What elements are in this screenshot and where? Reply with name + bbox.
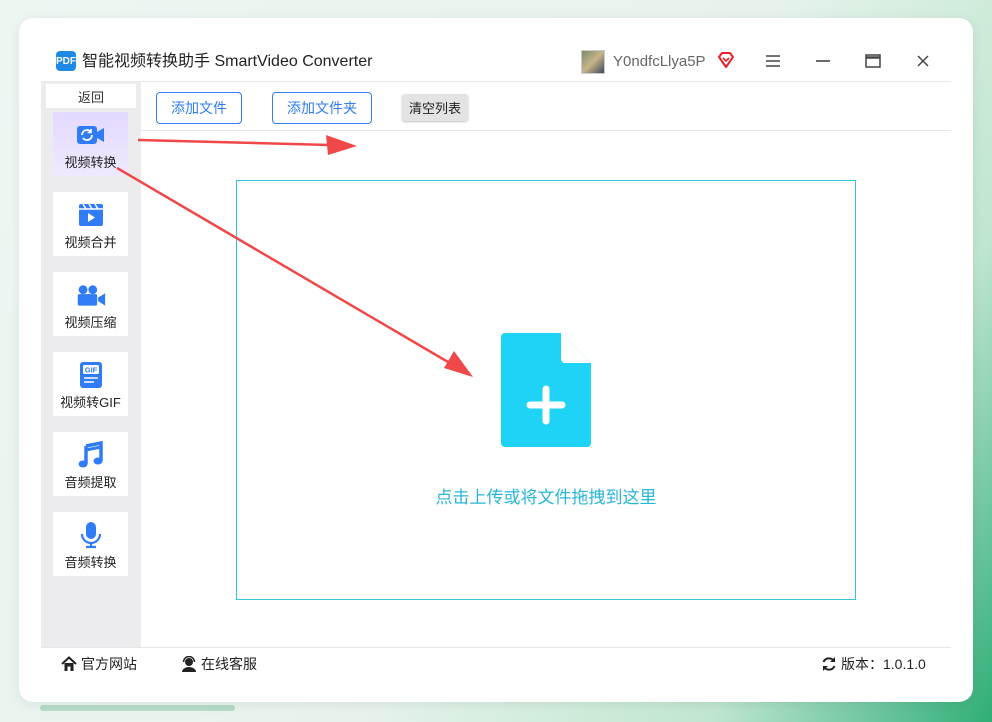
footer-divider bbox=[41, 647, 951, 648]
close-icon[interactable] bbox=[908, 48, 938, 74]
video-convert-icon bbox=[76, 121, 106, 149]
website-link[interactable]: 官方网站 bbox=[61, 654, 137, 674]
music-note-icon bbox=[76, 441, 106, 469]
add-file-icon bbox=[501, 333, 591, 447]
minimize-icon[interactable] bbox=[808, 48, 838, 74]
version-label: 版本： bbox=[841, 656, 883, 672]
support-link[interactable]: 在线客服 bbox=[181, 654, 257, 674]
maximize-icon[interactable] bbox=[858, 48, 888, 74]
app-window: PDF 智能视频转换助手 SmartVideo Converter Y0ndfc… bbox=[19, 18, 973, 702]
add-file-button[interactable]: 添加文件 bbox=[156, 92, 242, 124]
add-folder-button[interactable]: 添加文件夹 bbox=[272, 92, 372, 124]
vip-diamond-icon[interactable] bbox=[717, 51, 735, 69]
app-title: 智能视频转换助手 SmartVideo Converter bbox=[82, 53, 373, 70]
sidebar-item-audio-extract[interactable]: 音频提取 bbox=[53, 432, 128, 496]
support-agent-icon bbox=[182, 656, 196, 672]
file-drop-zone[interactable]: 点击上传或将文件拖拽到这里 bbox=[236, 180, 856, 600]
app-logo-icon: PDF bbox=[56, 51, 76, 71]
sidebar-item-label: 音频提取 bbox=[64, 475, 117, 490]
sidebar-item-video-compress[interactable]: 视频压缩 bbox=[53, 272, 128, 336]
sidebar-item-audio-convert[interactable]: 音频转换 bbox=[53, 512, 128, 576]
gif-icon: GIF bbox=[76, 361, 106, 389]
drop-hint-text: 点击上传或将文件拖拽到这里 bbox=[435, 488, 657, 507]
sidebar-item-video-merge[interactable]: 视频合并 bbox=[53, 192, 128, 256]
titlebar: PDF 智能视频转换助手 SmartVideo Converter Y0ndfc… bbox=[19, 18, 973, 81]
background-bar bbox=[40, 705, 235, 711]
microphone-icon bbox=[76, 521, 106, 549]
sidebar-item-video-convert[interactable]: 视频转换 bbox=[53, 112, 128, 176]
toolbar-divider bbox=[141, 130, 951, 131]
avatar[interactable] bbox=[581, 50, 605, 74]
sidebar-item-label: 视频压缩 bbox=[64, 315, 117, 330]
home-icon bbox=[61, 656, 77, 671]
sidebar: 返回 视频转换 视频合并 视频压缩 GIF 视频转GIF 音频提取 音频转换 bbox=[41, 82, 141, 647]
video-merge-icon bbox=[76, 201, 106, 229]
version-info[interactable]: 版本： 1.0.1.0 bbox=[821, 654, 926, 674]
support-label: 在线客服 bbox=[201, 656, 257, 672]
sidebar-item-label: 音频转换 bbox=[64, 555, 117, 570]
sidebar-item-label: 视频转换 bbox=[64, 155, 117, 170]
back-button[interactable]: 返回 bbox=[46, 84, 136, 108]
refresh-icon bbox=[822, 657, 836, 671]
username[interactable]: Y0ndfcLlya5P bbox=[613, 51, 706, 73]
website-label: 官方网站 bbox=[81, 656, 137, 672]
sidebar-item-label: 视频合并 bbox=[64, 235, 117, 250]
video-compress-icon bbox=[76, 281, 106, 309]
svg-text:GIF: GIF bbox=[84, 366, 97, 375]
clear-list-button[interactable]: 清空列表 bbox=[402, 94, 468, 121]
titlebar-divider bbox=[41, 81, 951, 82]
version-number: 1.0.1.0 bbox=[883, 656, 926, 672]
sidebar-item-label: 视频转GIF bbox=[60, 395, 121, 410]
sidebar-item-video-gif[interactable]: GIF 视频转GIF bbox=[53, 352, 128, 416]
menu-icon[interactable] bbox=[758, 48, 788, 74]
